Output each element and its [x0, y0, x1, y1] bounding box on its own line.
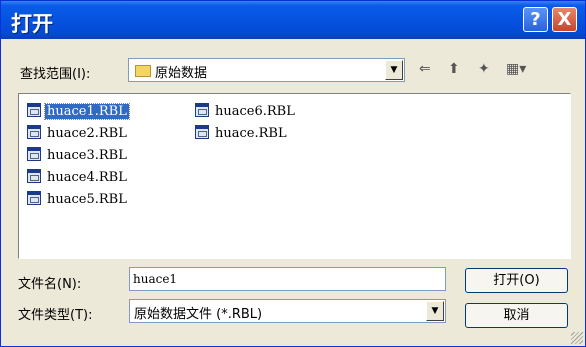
title-bar[interactable]: 打开 ? X [1, 1, 585, 39]
chevron-down-icon[interactable]: ▼ [426, 301, 444, 321]
filetype-label: 文件类型(T): [18, 308, 93, 323]
filename-input[interactable]: huace1 [129, 267, 446, 291]
view-menu-icon[interactable]: ▦▾ [506, 61, 526, 77]
chevron-down-icon[interactable]: ▼ [385, 60, 403, 80]
lookin-label: 查找范围(I): [20, 67, 91, 82]
file-item[interactable]: huace4.RBL [27, 169, 129, 186]
lookin-value: 原始数据 [155, 66, 208, 81]
file-item[interactable]: huace.RBL [195, 125, 289, 142]
file-item[interactable]: huace1.RBL [27, 103, 130, 120]
file-icon [27, 191, 41, 205]
file-item[interactable]: huace6.RBL [195, 103, 297, 120]
filename-label: 文件名(N): [18, 277, 82, 292]
folder-icon [135, 65, 151, 77]
file-icon [195, 103, 209, 117]
filetype-value: 原始数据文件 (*.RBL) [134, 307, 263, 322]
file-item[interactable]: huace2.RBL [27, 125, 129, 142]
open-file-dialog: 打开 ? X 查找范围(I): 原始数据 ▼ ⇐ ⬆ ✦ ▦▾ huace1.R… [0, 0, 586, 347]
open-button[interactable]: 打开(O) [465, 268, 568, 293]
resize-grip[interactable] [571, 332, 583, 344]
dialog-title: 打开 [11, 12, 53, 36]
up-folder-icon[interactable]: ⬆ [448, 61, 460, 77]
file-item[interactable]: huace5.RBL [27, 191, 129, 208]
lookin-select[interactable]: 原始数据 ▼ [128, 58, 405, 82]
file-icon [27, 103, 41, 117]
file-icon [27, 169, 41, 183]
cancel-button[interactable]: 取消 [465, 303, 568, 328]
file-icon [27, 147, 41, 161]
new-folder-icon[interactable]: ✦ [478, 61, 490, 77]
back-arrow-icon[interactable]: ⇐ [419, 61, 431, 77]
file-icon [27, 125, 41, 139]
help-button[interactable]: ? [523, 7, 548, 32]
filetype-select[interactable]: 原始数据文件 (*.RBL) ▼ [129, 299, 446, 323]
close-button[interactable]: X [552, 7, 577, 32]
file-list[interactable]: huace1.RBL huace2.RBL huace3.RBL huace4.… [18, 93, 571, 259]
file-icon [195, 125, 209, 139]
file-item[interactable]: huace3.RBL [27, 147, 129, 164]
